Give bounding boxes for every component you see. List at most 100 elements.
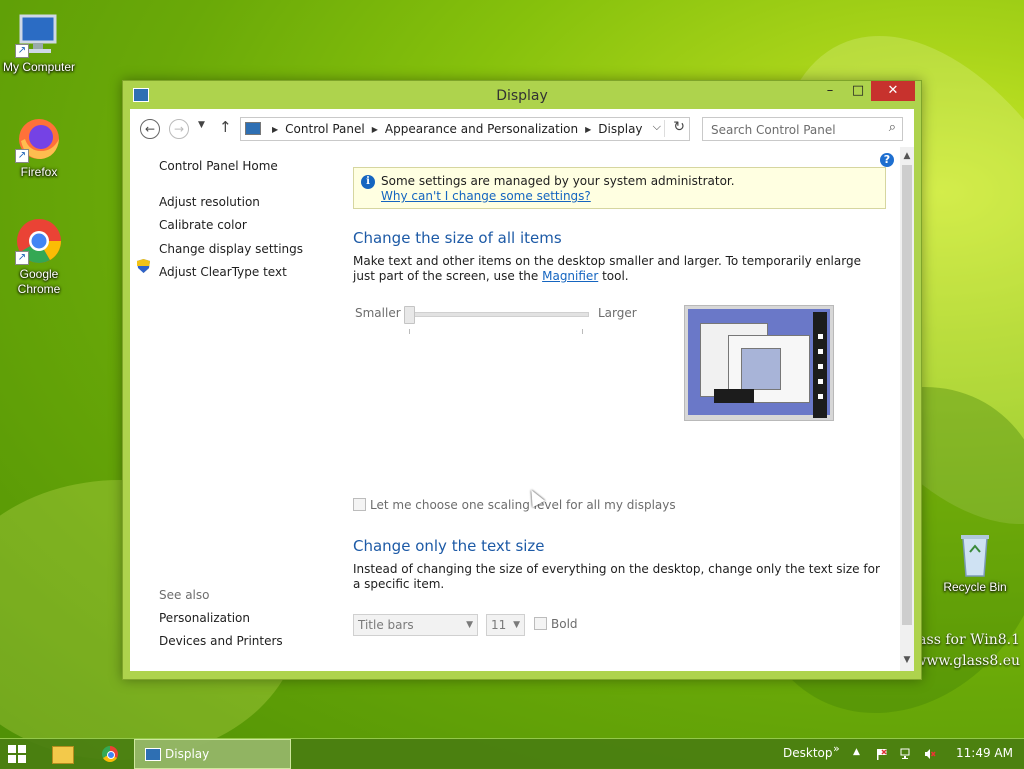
toolbar-chevron-icon[interactable]: »: [833, 742, 840, 755]
file-explorer-icon[interactable]: [52, 746, 74, 764]
windows-logo-icon: [18, 745, 26, 753]
action-center-flag-icon[interactable]: [876, 748, 888, 760]
see-also-heading: See also: [159, 588, 210, 602]
maximize-button[interactable]: □: [845, 81, 871, 101]
desktop-icon-my-computer[interactable]: ↗ My Computer: [0, 10, 81, 75]
windows-logo-icon: [18, 755, 26, 763]
slider-min-label: Smaller: [355, 306, 401, 320]
taskbar-button-display[interactable]: Display: [134, 739, 291, 769]
calibrate-color-link[interactable]: Calibrate color: [159, 218, 247, 232]
breadcrumb: ▶ Control Panel ▶ Appearance and Personaliz…: [265, 122, 643, 136]
desktop-toolbar[interactable]: Desktop: [783, 746, 833, 760]
select-value: Title bars: [358, 618, 414, 632]
vertical-scrollbar[interactable]: ▲ ▼: [900, 147, 914, 671]
bold-checkbox-row[interactable]: Bold: [534, 617, 578, 631]
preview-charms-bar: [813, 312, 827, 418]
bold-label: Bold: [551, 617, 578, 631]
scroll-down-icon[interactable]: ▼: [902, 655, 912, 665]
breadcrumb-control-panel[interactable]: Control Panel: [285, 122, 365, 136]
chrome-icon: ↗: [15, 217, 63, 265]
title-bar[interactable]: Display – □ ✕: [123, 81, 921, 109]
adjust-resolution-link[interactable]: Adjust resolution: [159, 195, 260, 209]
single-scaling-checkbox-row[interactable]: Let me choose one scaling level for all …: [353, 498, 676, 512]
clock[interactable]: 11:49 AM: [956, 746, 1013, 760]
display-window: Display – □ ✕ ← → ▼ ↑ ▶ Control Panel ▶ App…: [122, 80, 922, 680]
desktop-icon-label: Google Chrome: [17, 267, 61, 296]
scaling-preview-image: [684, 305, 834, 421]
preview-caption: [714, 389, 754, 403]
slider-tick: [582, 329, 583, 334]
adjust-cleartype-link[interactable]: Adjust ClearType text: [159, 265, 287, 279]
desktop-icon-label: My Computer: [2, 60, 76, 74]
show-hidden-icons-button[interactable]: ▲: [853, 747, 860, 757]
description-text: tool.: [598, 269, 629, 283]
search-input[interactable]: [709, 121, 877, 139]
breadcrumb-appearance-personalization[interactable]: Appearance and Personalization: [385, 122, 578, 136]
devices-printers-link[interactable]: Devices and Printers: [159, 634, 283, 648]
desktop-icon-recycle-bin[interactable]: Recycle Bin: [933, 530, 1017, 595]
preview-dot: [818, 379, 823, 384]
search-box[interactable]: ⌕: [702, 117, 903, 141]
control-panel-home-link[interactable]: Control Panel Home: [159, 159, 278, 173]
single-scaling-checkbox[interactable]: [353, 498, 366, 511]
breadcrumb-separator-icon[interactable]: ▶: [272, 125, 278, 134]
window-client-area: ← → ▼ ↑ ▶ Control Panel ▶ Appearance and Pe…: [130, 109, 914, 671]
volume-muted-icon[interactable]: [924, 748, 936, 760]
control-panel-icon: [245, 122, 261, 135]
recent-locations-button[interactable]: ▼: [198, 120, 205, 130]
refresh-icon[interactable]: ↻: [673, 119, 685, 135]
preview-dot: [818, 394, 823, 399]
shortcut-arrow-icon: ↗: [15, 44, 29, 58]
bold-checkbox[interactable]: [534, 617, 547, 630]
why-cant-change-link[interactable]: Why can't I change some settings?: [381, 189, 591, 203]
up-button[interactable]: ↑: [219, 118, 232, 136]
uac-shield-icon: [137, 259, 150, 273]
checkbox-label: Let me choose one scaling level for all …: [370, 498, 676, 512]
forward-button[interactable]: →: [169, 119, 189, 139]
minimize-button[interactable]: –: [817, 81, 843, 101]
control-panel-icon: [145, 748, 161, 761]
desktop-icon-firefox[interactable]: ↗ Firefox: [0, 115, 81, 180]
scaling-slider-track[interactable]: [409, 312, 589, 317]
desktop-icon-label: Recycle Bin: [943, 580, 1007, 594]
close-button[interactable]: ✕: [871, 81, 915, 101]
address-dropdown-icon[interactable]: ⌵: [653, 120, 661, 134]
info-message: Some settings are managed by your system…: [381, 174, 735, 188]
scrollbar-thumb[interactable]: [902, 165, 912, 625]
windows-logo-icon: [8, 745, 16, 753]
size-section-heading: Change the size of all items: [353, 229, 562, 247]
change-display-settings-link[interactable]: Change display settings: [159, 242, 303, 256]
admin-info-bar: i Some settings are managed by your syst…: [353, 167, 886, 209]
desktop-icon-label: Firefox: [20, 165, 58, 179]
shortcut-arrow-icon: ↗: [15, 149, 29, 163]
computer-icon: ↗: [15, 10, 63, 58]
text-section-description: Instead of changing the size of everythi…: [353, 562, 880, 591]
magnifier-link[interactable]: Magnifier: [542, 269, 598, 283]
breadcrumb-separator-icon[interactable]: ▶: [372, 125, 378, 134]
scroll-up-icon[interactable]: ▲: [902, 151, 912, 161]
firefox-icon: ↗: [15, 115, 63, 163]
magnifier-icon[interactable]: ⌕: [889, 120, 896, 135]
text-item-select[interactable]: Title bars ▼: [353, 614, 478, 636]
preview-screen: [688, 309, 830, 418]
text-section-heading: Change only the text size: [353, 537, 545, 555]
font-size-select[interactable]: 11 ▼: [486, 614, 525, 636]
window-title: Display: [496, 88, 548, 104]
scaling-slider-thumb[interactable]: [404, 306, 415, 324]
preview-dot: [818, 334, 823, 339]
navigation-bar: ← → ▼ ↑ ▶ Control Panel ▶ Appearance and Pe…: [130, 109, 914, 147]
chrome-taskbar-icon[interactable]: [102, 746, 118, 762]
network-icon[interactable]: [900, 748, 912, 760]
desktop-icon-chrome[interactable]: ↗ Google Chrome: [0, 217, 81, 297]
taskbar-button-label: Display: [165, 747, 210, 761]
slider-max-label: Larger: [598, 306, 637, 320]
recycle-bin-icon: [951, 530, 999, 578]
breadcrumb-display[interactable]: Display: [598, 122, 642, 136]
slider-tick: [409, 329, 410, 334]
back-button[interactable]: ←: [140, 119, 160, 139]
start-button[interactable]: [8, 745, 26, 763]
breadcrumb-separator-icon[interactable]: ▶: [585, 125, 591, 134]
address-bar[interactable]: ▶ Control Panel ▶ Appearance and Personaliz…: [240, 117, 690, 141]
windows-logo-icon: [8, 755, 16, 763]
personalization-link[interactable]: Personalization: [159, 611, 250, 625]
